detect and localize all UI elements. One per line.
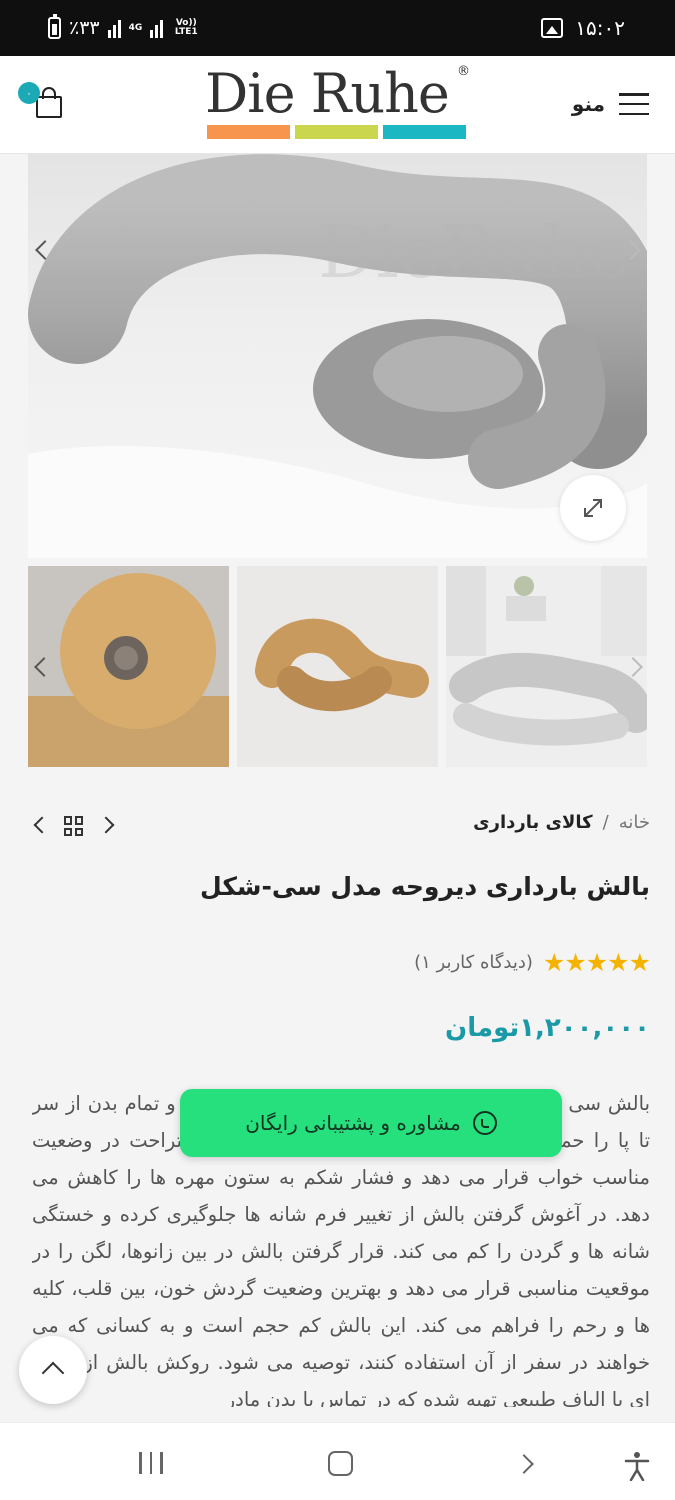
accessibility-icon[interactable] [623, 1451, 651, 1481]
cart-count-badge: ۰ [18, 82, 40, 104]
logo-color-stripes [207, 125, 466, 139]
product-main-image[interactable]: DieRuhe [28, 154, 647, 558]
whatsapp-icon [472, 1111, 497, 1135]
battery-icon [48, 14, 61, 39]
free-support-button[interactable]: مشاوره و پشتیبانی رایگان [180, 1089, 562, 1157]
status-left: ٪۳۳ 4G Vo)) LTE1 [48, 14, 201, 42]
product-nav-row: خانه / کالای بارداری [28, 810, 650, 842]
logo-registered-mark: ® [457, 64, 470, 79]
review-count-link[interactable]: (دیدگاه کاربر ۱) [414, 952, 533, 973]
network-4g-label: 4G [128, 22, 143, 33]
gallery-notification-icon [541, 18, 564, 38]
battery-percent: ٪۳۳ [69, 17, 100, 39]
watermark-text: DieRuhe [318, 210, 631, 294]
logo-text: Die Ruhe [205, 62, 450, 125]
beige-pillow-closeup-image [28, 566, 229, 767]
expand-icon [584, 499, 602, 517]
gray-pillow-room-image [446, 566, 647, 767]
cart-button[interactable]: ۰ [18, 82, 64, 123]
system-navigation-bar [0, 1422, 675, 1500]
thumbnail-1[interactable] [28, 566, 229, 767]
logo-stripe-orange [207, 125, 290, 139]
site-logo[interactable]: Die Ruhe ® [205, 62, 470, 146]
clock: ۱۵:۰۲ [575, 16, 625, 40]
product-rating: ★★★★★ (دیدگاه کاربر ۱) [414, 948, 651, 977]
shopping-bag-icon [36, 96, 62, 118]
beige-c-pillow-image [237, 566, 438, 767]
product-title: بالش بارداری دیروحه مدل سی-شکل [200, 872, 650, 901]
breadcrumb-separator: / [602, 812, 609, 833]
product-price: ۱,۲۰۰,۰۰۰تومان [445, 1013, 650, 1043]
signal-icon [107, 18, 121, 38]
hamburger-icon [619, 93, 649, 115]
thumbnail-2[interactable] [237, 566, 438, 767]
rating-stars: ★★★★★ [542, 948, 651, 977]
status-bar: ٪۳۳ 4G Vo)) LTE1 ۱۵:۰۲ [0, 0, 675, 56]
menu-label: منو [571, 92, 605, 116]
logo-stripe-lime [295, 125, 378, 139]
prev-product-icon[interactable] [33, 816, 51, 834]
next-product-icon[interactable] [97, 816, 115, 834]
status-right: ۱۵:۰۲ [541, 14, 625, 42]
back-icon[interactable] [514, 1454, 534, 1474]
signal-icon-2 [150, 18, 164, 38]
breadcrumb: خانه / کالای بارداری [473, 812, 650, 833]
expand-image-button[interactable] [560, 475, 626, 541]
site-header: ۰ Die Ruhe ® منو [0, 56, 675, 154]
grid-view-icon[interactable] [64, 816, 84, 836]
recent-apps-icon[interactable] [139, 1452, 163, 1474]
logo-stripe-teal [383, 125, 466, 139]
menu-button[interactable]: منو [572, 90, 649, 118]
thumbnail-3[interactable] [446, 566, 647, 767]
breadcrumb-category[interactable]: کالای بارداری [473, 812, 593, 833]
scroll-to-top-button[interactable] [19, 1336, 87, 1404]
breadcrumb-home[interactable]: خانه [619, 812, 650, 833]
support-label: مشاوره و پشتیبانی رایگان [245, 1111, 461, 1135]
home-icon[interactable] [328, 1451, 353, 1476]
network-volte-label: Vo)) LTE1 [174, 18, 198, 37]
